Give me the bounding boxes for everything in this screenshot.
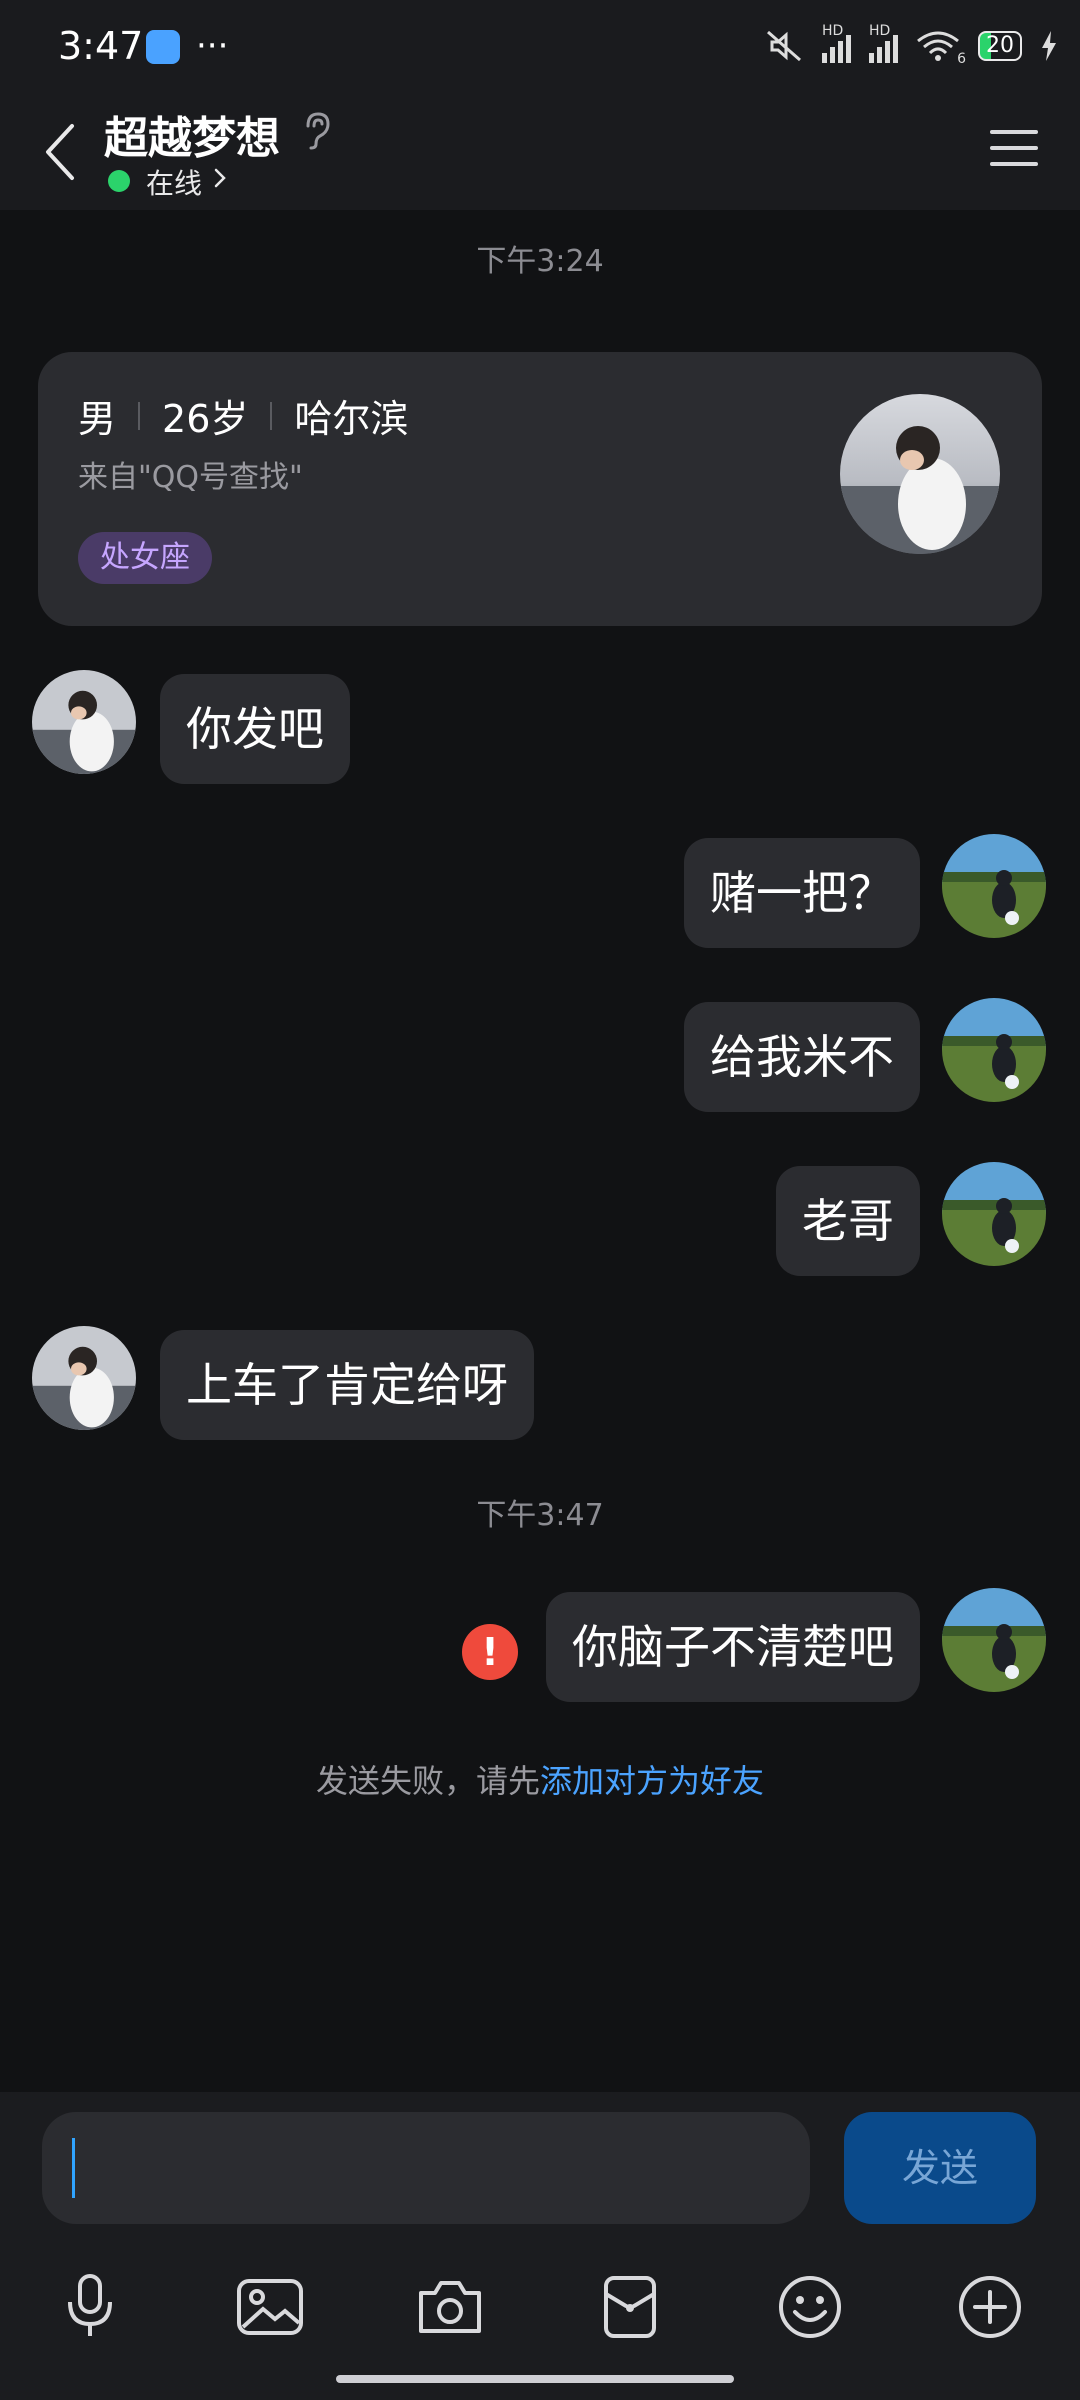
profile-info: 男 26岁 哈尔滨 <box>78 388 408 443</box>
message-input[interactable] <box>42 2112 810 2224</box>
my-avatar[interactable] <box>942 1588 1046 1692</box>
timestamp: 下午3:47 <box>476 1498 604 1533</box>
app-notification-icon <box>146 30 180 64</box>
status-time: 3:47 <box>58 24 144 68</box>
my-avatar[interactable] <box>942 998 1046 1102</box>
signal-icon-2: HD <box>869 23 898 63</box>
text-caret <box>72 2138 75 2198</box>
contact-avatar[interactable] <box>32 1326 136 1430</box>
profile-card[interactable]: 男 26岁 哈尔滨 来自"QQ号查找" 处女座 <box>38 352 1042 626</box>
contact-avatar-large[interactable] <box>840 394 1000 554</box>
image-icon[interactable] <box>230 2267 310 2347</box>
chat-header: 超越梦想 在线 <box>0 96 1080 210</box>
wallet-icon[interactable] <box>590 2267 670 2347</box>
send-failure-notice: 发送失败，请先添加对方为好友 <box>0 1756 1080 1802</box>
my-avatar[interactable] <box>942 1162 1046 1266</box>
online-status-text[interactable]: 在线 <box>146 162 202 202</box>
status-bar: 3:47 ··· HD HD 6 20 <box>0 0 1080 96</box>
plus-icon[interactable] <box>950 2267 1030 2347</box>
divider <box>138 401 141 430</box>
profile-age: 26岁 <box>162 397 249 441</box>
microphone-icon[interactable] <box>50 2267 130 2347</box>
profile-source: 来自"QQ号查找" <box>78 460 303 495</box>
emoji-icon[interactable] <box>770 2267 850 2347</box>
camera-icon[interactable] <box>410 2267 490 2347</box>
contact-name[interactable]: 超越梦想 <box>104 102 280 166</box>
menu-icon[interactable] <box>984 118 1044 178</box>
message-bubble-sent[interactable]: 赌一把？ <box>684 838 920 948</box>
back-button[interactable] <box>30 112 90 192</box>
contact-avatar[interactable] <box>32 670 136 774</box>
charging-icon <box>1042 31 1056 61</box>
ear-icon[interactable] <box>300 110 332 150</box>
signal-icon: HD <box>822 23 851 63</box>
profile-city: 哈尔滨 <box>294 397 409 441</box>
message-bubble-received[interactable]: 上车了肯定给呀 <box>160 1330 534 1440</box>
wifi-icon: 6 <box>916 29 966 67</box>
message-bubble-sent[interactable]: 你脑子不清楚吧 <box>546 1592 920 1702</box>
composer: 发送 <box>0 2092 1080 2400</box>
timestamp: 下午3:24 <box>476 244 604 279</box>
add-friend-link[interactable]: 添加对方为好友 <box>540 1762 764 1800</box>
online-status-dot <box>108 170 130 192</box>
profile-gender: 男 <box>78 397 117 441</box>
input-toolbar <box>0 2252 1080 2362</box>
home-indicator[interactable] <box>336 2375 734 2383</box>
zodiac-tag: 处女座 <box>78 532 212 584</box>
send-button[interactable]: 发送 <box>844 2112 1036 2224</box>
my-avatar[interactable] <box>942 834 1046 938</box>
mute-icon <box>767 30 801 62</box>
status-icons: HD HD 6 20 <box>764 23 1058 67</box>
send-failed-icon[interactable]: ! <box>462 1624 518 1680</box>
more-notifications: ··· <box>196 26 229 66</box>
back-arrow-icon <box>46 124 74 180</box>
message-bubble-received[interactable]: 你发吧 <box>160 674 350 784</box>
message-bubble-sent[interactable]: 老哥 <box>776 1166 920 1276</box>
divider <box>270 401 273 430</box>
chevron-right-icon[interactable] <box>210 168 230 188</box>
battery-icon: 20 <box>978 31 1022 61</box>
message-bubble-sent[interactable]: 给我米不 <box>684 1002 920 1112</box>
failure-text: 发送失败，请先 <box>315 1762 540 1800</box>
